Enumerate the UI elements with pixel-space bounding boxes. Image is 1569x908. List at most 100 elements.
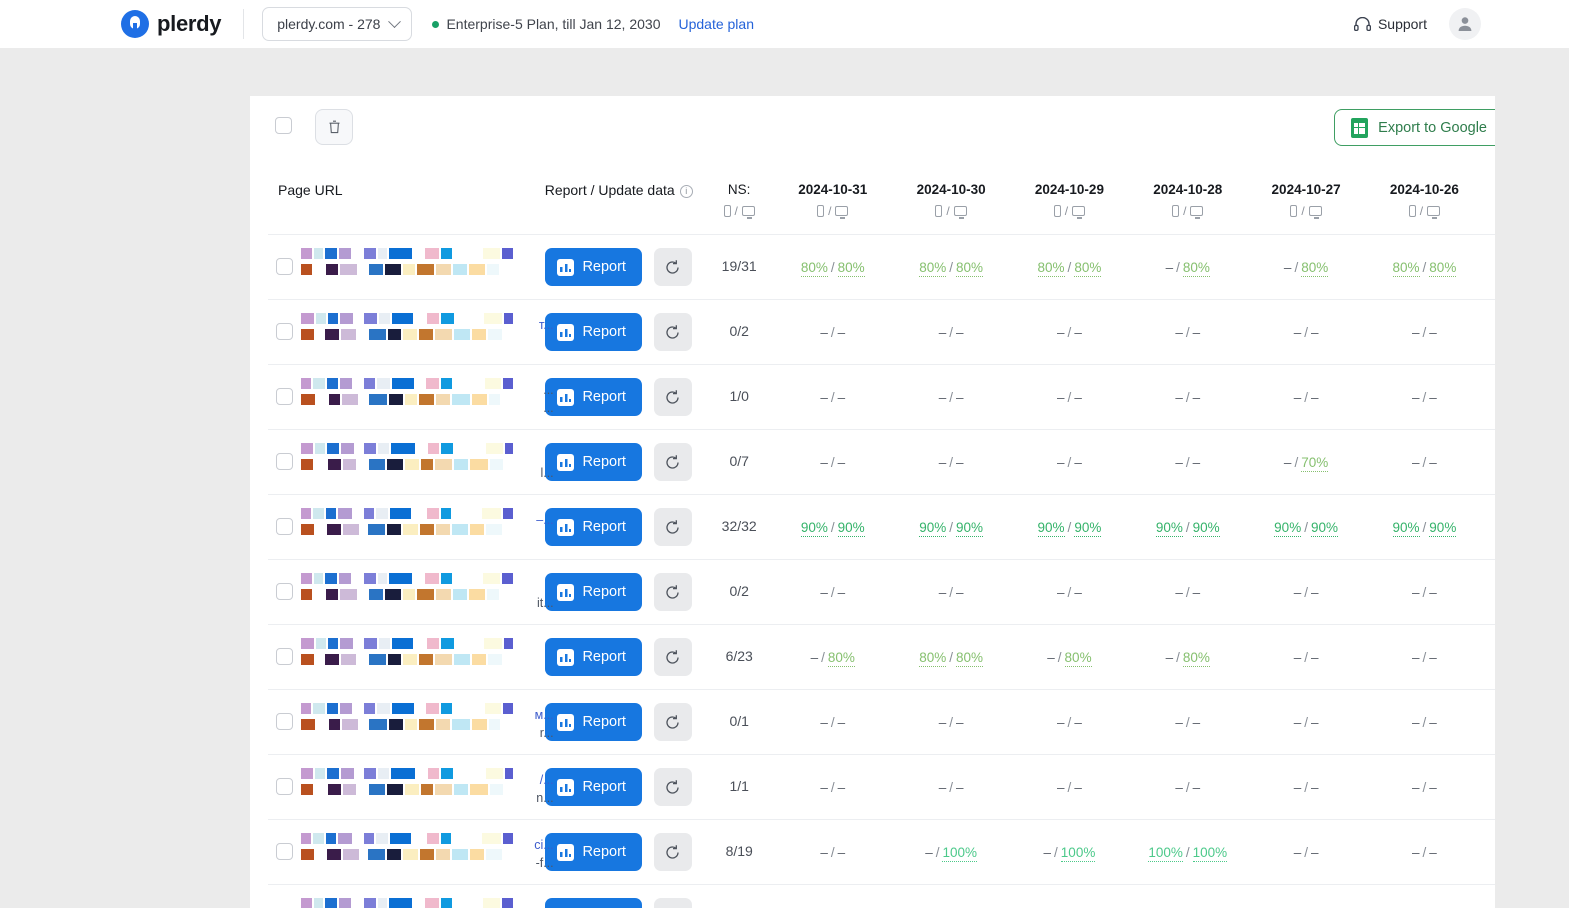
metric-value[interactable]: 90% xyxy=(1310,519,1338,537)
metric-value[interactable]: 90% xyxy=(1192,519,1220,537)
redacted-block xyxy=(424,248,440,259)
report-button[interactable]: Report xyxy=(545,703,642,741)
report-button[interactable]: Report xyxy=(545,248,642,286)
metric-value[interactable]: 80% xyxy=(1429,259,1457,277)
separator: / xyxy=(1057,649,1062,665)
metric-value[interactable]: 90% xyxy=(955,519,984,537)
metric-value[interactable]: 100% xyxy=(1192,844,1228,862)
row-checkbox[interactable] xyxy=(276,453,293,470)
avatar[interactable] xyxy=(1449,8,1481,40)
refresh-button[interactable] xyxy=(653,768,692,806)
metric-value[interactable]: 90% xyxy=(1392,519,1420,537)
row-checkbox[interactable] xyxy=(276,713,293,730)
metric-value[interactable]: 90% xyxy=(800,519,828,537)
metric-value[interactable]: 80% xyxy=(919,259,947,277)
metric-value[interactable]: 90% xyxy=(1274,519,1302,537)
metric-value[interactable]: 80% xyxy=(1074,259,1102,277)
report-button[interactable]: Report xyxy=(545,768,642,806)
delete-button[interactable] xyxy=(315,109,353,145)
metric-value[interactable]: 80% xyxy=(1301,259,1329,277)
row-checkbox[interactable] xyxy=(276,258,293,275)
row-checkbox[interactable] xyxy=(276,778,293,795)
metric-value[interactable]: 80% xyxy=(1037,259,1065,277)
row-checkbox[interactable] xyxy=(276,388,293,405)
update-plan-link[interactable]: Update plan xyxy=(678,16,754,32)
metric-value[interactable]: 80% xyxy=(1392,259,1420,277)
metric-value[interactable]: 80% xyxy=(919,649,947,667)
url-text-truncated[interactable]: ci... xyxy=(534,838,553,852)
col-date-1[interactable]: 2024-10-30 / xyxy=(892,162,1010,235)
url-text-truncated[interactable]: l... xyxy=(540,466,553,480)
separator: / xyxy=(830,519,835,535)
row-checkbox[interactable] xyxy=(276,583,293,600)
export-to-google-button[interactable]: Export to Google xyxy=(1334,109,1495,146)
metric-value: – xyxy=(1429,714,1437,730)
refresh-button[interactable] xyxy=(653,443,692,481)
refresh-button[interactable] xyxy=(653,508,692,546)
metric-value[interactable]: 90% xyxy=(837,519,865,537)
col-date-0[interactable]: 2024-10-31 / xyxy=(774,162,892,235)
col-date-2[interactable]: 2024-10-29 / xyxy=(1010,162,1128,235)
metric-value[interactable]: 80% xyxy=(800,259,828,277)
url-text-truncated[interactable]: -f... xyxy=(536,856,554,870)
metric-value[interactable]: 80% xyxy=(1182,259,1210,277)
refresh-button[interactable] xyxy=(653,638,692,676)
row-checkbox[interactable] xyxy=(276,843,293,860)
report-button[interactable]: Report xyxy=(545,313,642,351)
row-checkbox[interactable] xyxy=(276,323,293,340)
metric-value[interactable]: 80% xyxy=(1064,649,1092,667)
col-date-4[interactable]: 2024-10-27 / xyxy=(1247,162,1365,235)
metric-value[interactable]: 80% xyxy=(827,649,855,667)
metric-value[interactable]: 100% xyxy=(1060,844,1096,862)
report-button[interactable]: Report xyxy=(545,508,642,546)
col-date-3[interactable]: 2024-10-28 / xyxy=(1129,162,1247,235)
col-date-6[interactable]: 2024-10-25 / xyxy=(1484,162,1495,235)
report-button[interactable]: Report xyxy=(545,443,642,481)
refresh-button[interactable] xyxy=(653,248,692,286)
url-text-truncated[interactable]: м... xyxy=(535,708,554,722)
metric-value[interactable]: 80% xyxy=(1182,649,1210,667)
url-text-truncated[interactable]: ... xyxy=(543,383,553,397)
report-button[interactable]: Report xyxy=(545,378,642,416)
metric-value[interactable]: 90% xyxy=(1429,519,1457,537)
url-text-truncated[interactable]: r... xyxy=(540,726,554,740)
url-text-truncated[interactable]: it... xyxy=(537,596,554,610)
url-text-truncated[interactable]: т... xyxy=(539,318,554,332)
refresh-button[interactable] xyxy=(653,703,692,741)
url-text-truncated[interactable]: /... xyxy=(540,773,554,787)
col-date-5[interactable]: 2024-10-26 / xyxy=(1365,162,1483,235)
url-text-truncated[interactable]: –... xyxy=(536,513,553,527)
row-checkbox[interactable] xyxy=(276,648,293,665)
url-text-truncated[interactable]: n... xyxy=(536,791,553,805)
refresh-button[interactable] xyxy=(653,833,692,871)
select-all-checkbox[interactable] xyxy=(275,117,292,134)
row-checkbox[interactable] xyxy=(276,518,293,535)
refresh-button[interactable] xyxy=(653,898,692,908)
metric-value[interactable]: 100% xyxy=(1148,844,1183,862)
support-button[interactable]: Support xyxy=(1353,16,1427,32)
bar-chart-icon xyxy=(557,843,575,861)
metric-value[interactable]: 100% xyxy=(942,844,977,862)
report-button[interactable]: Report xyxy=(545,898,642,908)
device-pair: / xyxy=(1484,204,1495,218)
report-button[interactable]: Report xyxy=(545,573,642,611)
report-button[interactable]: Report xyxy=(545,638,642,676)
refresh-button[interactable] xyxy=(653,573,692,611)
redacted-block xyxy=(485,443,504,454)
metric-value[interactable]: 90% xyxy=(1037,519,1065,537)
metric-value[interactable]: 80% xyxy=(837,259,865,277)
metric-value[interactable]: 80% xyxy=(955,259,984,277)
metric-value[interactable]: 70% xyxy=(1301,454,1329,472)
refresh-button[interactable] xyxy=(653,378,692,416)
metric-value[interactable]: 90% xyxy=(919,519,947,537)
metric-value[interactable]: 90% xyxy=(1155,519,1183,537)
redacted-url xyxy=(301,378,514,410)
info-icon[interactable]: i xyxy=(679,185,693,198)
site-selector[interactable]: plerdy.com - 278 xyxy=(262,7,413,41)
refresh-button[interactable] xyxy=(653,313,692,351)
metric-value[interactable]: 80% xyxy=(955,649,984,667)
metric-value[interactable]: 90% xyxy=(1074,519,1102,537)
report-button[interactable]: Report xyxy=(545,833,642,871)
url-text-truncated[interactable]: ... xyxy=(543,401,553,415)
ns-value: 0/7 xyxy=(729,453,749,469)
